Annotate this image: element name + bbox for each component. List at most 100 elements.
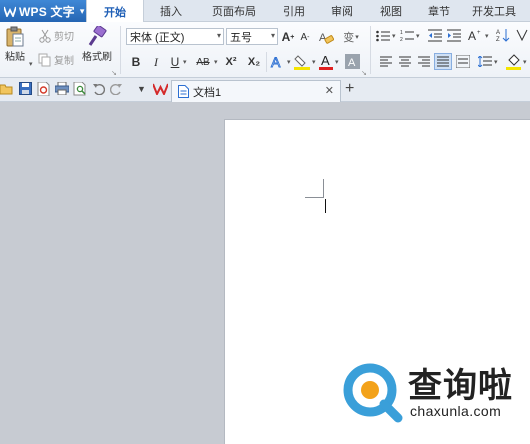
cut-button[interactable]: 剪切 [38,28,74,43]
print-icon[interactable] [55,82,69,95]
svg-text:2: 2 [400,37,403,42]
paste-label: 粘贴 [5,52,25,63]
numbering-dropdown-icon[interactable]: ▾ [416,32,420,40]
svg-text:A: A [348,57,356,69]
justify-button[interactable] [434,53,452,70]
format-painter-button[interactable]: 格式刷 [82,26,112,63]
svg-text:A: A [271,54,281,70]
line-spacing-icon[interactable] [478,56,492,67]
export-pdf-icon[interactable] [37,82,50,96]
text-effect-icon[interactable]: A [270,54,286,70]
font-size-combo[interactable]: 五号 ▾ [226,28,278,45]
phonetic-guide-button[interactable]: 变 ▾ [340,29,362,45]
align-left-icon[interactable] [380,56,392,67]
close-icon[interactable]: ✕ [325,84,334,97]
superscript-button[interactable]: X² [222,54,240,70]
watermark-url: chaxunla.com [410,403,502,419]
font-name-value: 宋体 (正文) [130,31,185,44]
group-separator [266,52,267,72]
print-preview-icon[interactable] [73,82,87,96]
open-folder-icon[interactable] [0,82,14,96]
clear-format-icon[interactable]: A [318,29,334,45]
italic-button[interactable]: I [150,54,162,70]
copy-icon [38,53,51,66]
distributed-align-icon[interactable] [456,55,470,68]
numbering-icon[interactable]: 12 [400,29,414,42]
quick-access-bar: ▼ 文档1 ✕ + [0,78,530,102]
align-justify-icon [437,56,449,67]
bold-button[interactable]: B [130,54,142,70]
customize-toolbar-icon[interactable]: ▼ [137,84,146,94]
align-right-icon[interactable] [418,56,430,67]
font-size-value: 五号 [230,31,252,44]
ribbon-home: 粘贴 ▾ 剪切 复制 格式刷 ↘ 宋体 (正文) ▾ 五号 ▾ A + A - … [0,22,530,78]
change-case-icon[interactable]: A + [468,28,482,42]
underline-dropdown-icon[interactable]: ▾ [183,58,187,66]
shrink-font-button[interactable]: A- [298,29,312,45]
copy-button[interactable]: 复制 [38,52,74,67]
app-menu-button[interactable]: WPS 文字 ▾ [0,0,86,22]
underline-button[interactable]: U [169,54,181,70]
tab-page-layout[interactable]: 页面布局 [198,0,270,22]
document-tab-title: 文档1 [193,86,222,99]
text-effect-dropdown-icon[interactable]: ▾ [287,58,291,66]
svg-text:Z: Z [496,37,500,42]
menu-bar: WPS 文字 ▾ 开始 插入 页面布局 引用 审阅 视图 章节 开发工具 [0,0,530,23]
paste-dropdown-icon[interactable]: ▾ [29,60,33,68]
save-icon[interactable] [19,82,32,95]
search-logo-icon [343,363,403,423]
decrease-indent-icon[interactable] [428,29,442,42]
ribbon-tabs: 开始 插入 页面布局 引用 审阅 视图 章节 开发工具 [86,0,526,23]
tab-sections[interactable]: 章节 [416,0,462,22]
clipboard-expand-icon[interactable]: ↘ [111,69,117,77]
group-separator [370,26,371,74]
svg-text:+: + [477,30,481,36]
tab-developer[interactable]: 开发工具 [462,0,526,22]
tab-view[interactable]: 视图 [366,0,416,22]
character-shading-icon[interactable]: A [345,54,360,69]
clipboard-group: 粘贴 ▾ 剪切 复制 格式刷 [0,22,120,78]
change-case-dropdown-icon[interactable]: ▾ [485,32,489,40]
wps-home-logo-icon[interactable] [153,83,168,95]
wps-logo-icon [4,6,16,17]
tab-home[interactable]: 开始 [86,0,144,23]
app-name: WPS 文字 [19,4,75,19]
svg-text:A: A [496,30,500,36]
shading-dropdown-icon[interactable]: ▾ [523,58,527,66]
increase-indent-icon[interactable] [447,29,461,42]
highlight-dropdown-icon[interactable]: ▾ [312,58,316,66]
chevron-down-icon: ▾ [79,5,85,16]
align-center-icon[interactable] [399,56,411,67]
tab-review[interactable]: 审阅 [318,0,366,22]
font-color-dropdown-icon[interactable]: ▾ [335,58,339,66]
grow-font-button[interactable]: A + [281,29,295,45]
font-name-combo[interactable]: 宋体 (正文) ▾ [126,28,224,45]
format-painter-label: 格式刷 [82,52,112,63]
paste-icon [6,26,24,47]
cut-label: 剪切 [54,32,74,43]
font-expand-icon[interactable]: ↘ [361,69,367,77]
subscript-button[interactable]: X₂ [245,54,263,70]
paste-button[interactable]: 粘贴 [4,26,26,63]
strikethrough-dropdown-icon[interactable]: ▾ [214,58,218,66]
svg-text:A: A [468,29,476,42]
show-marks-icon[interactable] [514,28,528,42]
chevron-down-icon: ▾ [270,31,275,40]
tab-references[interactable]: 引用 [270,0,318,22]
tab-insert[interactable]: 插入 [144,0,198,22]
bullets-dropdown-icon[interactable]: ▾ [392,32,396,40]
margin-corner-mark [305,197,324,198]
copy-label: 复制 [54,56,74,67]
highlight-icon[interactable] [294,54,310,70]
redo-icon[interactable] [110,82,123,95]
bullets-icon[interactable] [376,30,390,42]
svg-text:1: 1 [400,30,403,36]
shading-fill-icon[interactable] [506,54,521,70]
sort-icon[interactable]: AZ [496,28,510,42]
new-tab-button[interactable]: + [345,80,354,98]
strikethrough-button[interactable]: AB [194,54,212,70]
line-spacing-dropdown-icon[interactable]: ▾ [494,58,498,66]
undo-icon[interactable] [92,82,105,95]
document-tab[interactable]: 文档1 ✕ [171,80,341,102]
font-color-icon[interactable]: A [319,53,333,70]
